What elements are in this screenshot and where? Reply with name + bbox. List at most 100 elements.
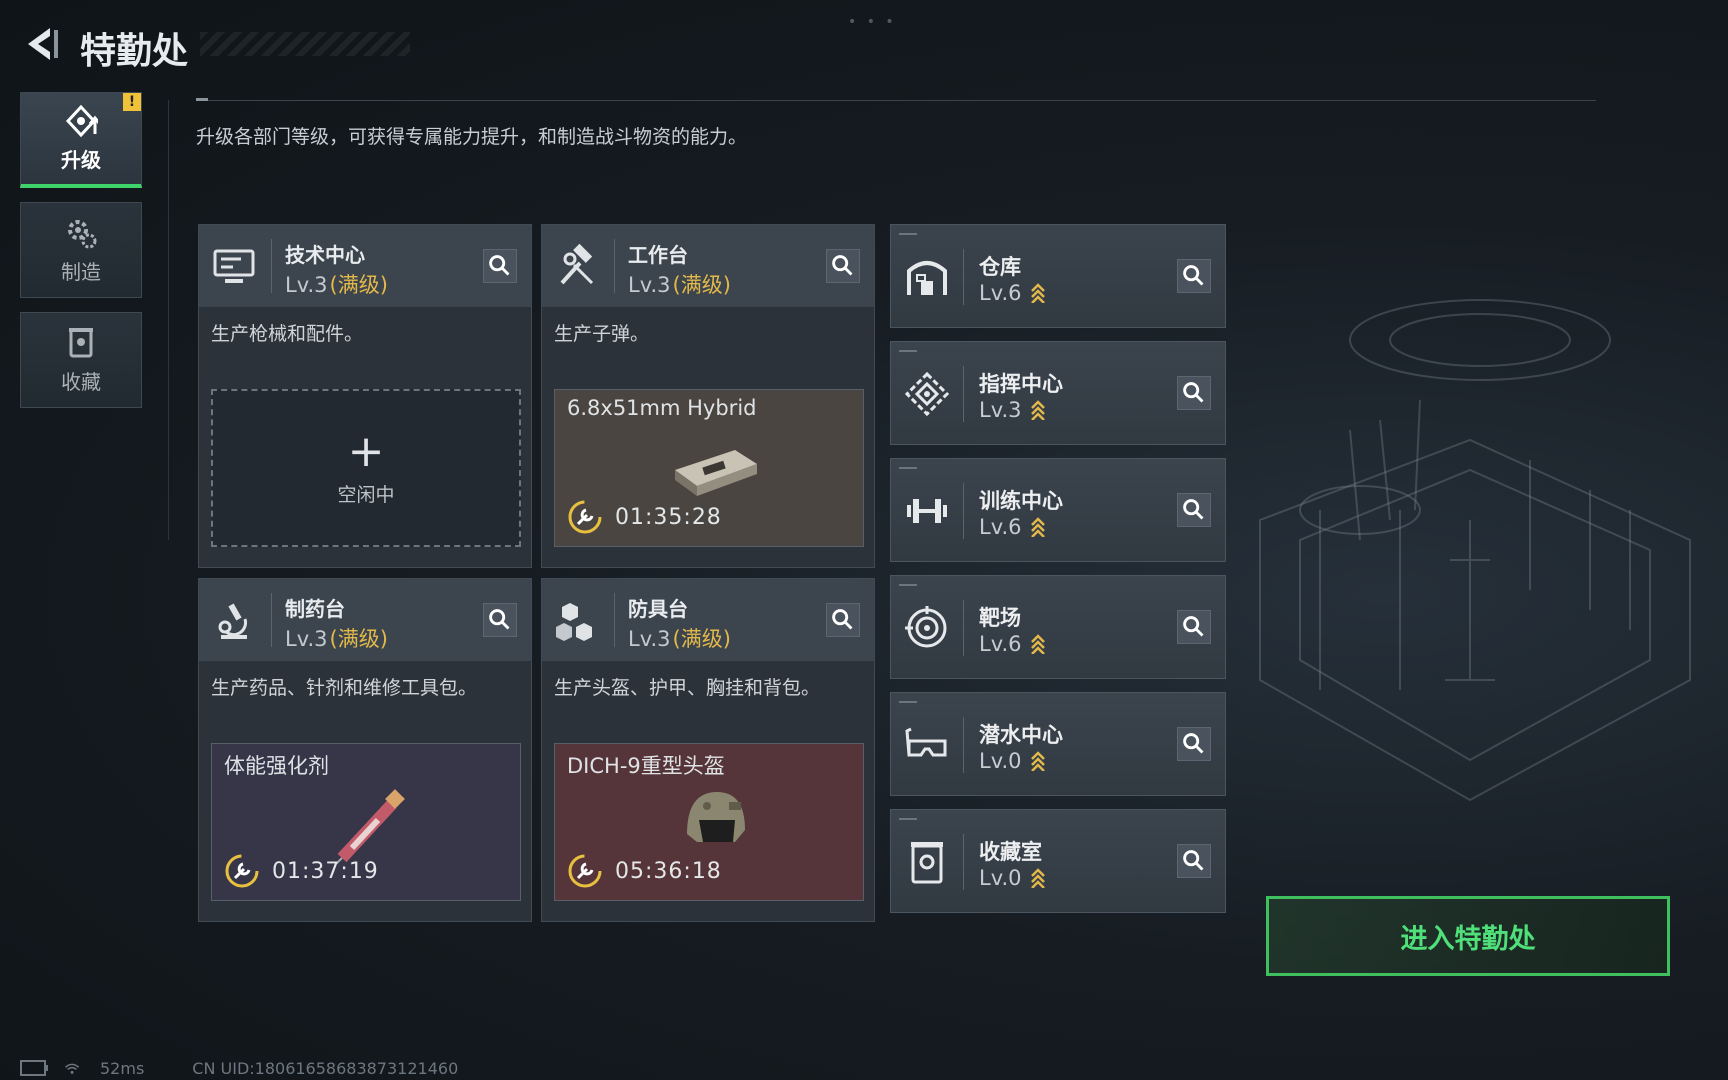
max-level-tag: (满级) (329, 627, 388, 651)
base-wireframe-illustration (1259, 299, 1691, 802)
workshop-name: 工作台 (628, 243, 688, 267)
diving-mask-icon (905, 727, 947, 757)
sidebar-item-label: 收藏 (61, 369, 101, 394)
production-slot[interactable]: 体能强化剂 01:37:19 (211, 743, 521, 901)
slot-item-name: DICH-9重型头盔 (567, 754, 725, 778)
upgrade-arrow-icon (1030, 751, 1045, 771)
dumbbell-icon (907, 499, 947, 523)
sidebar-item-upgrade[interactable]: ! 升级 (20, 92, 142, 188)
header-separator (614, 239, 615, 293)
workshop-card-pharmacy[interactable]: 制药台 Lv.3(满级) 生产药品、针剂和维修工具包。 体能强化剂 01:37:… (198, 578, 532, 922)
facility-level: Lv.0 (979, 866, 1046, 890)
empty-production-slot[interactable]: + 空闲中 (211, 389, 521, 547)
workshop-level: Lv.3(满级) (285, 627, 388, 651)
corner-mark (899, 584, 917, 586)
header-separator (963, 600, 964, 656)
search-icon[interactable] (826, 603, 860, 637)
workshop-card-workbench[interactable]: 工作台 Lv.3(满级) 生产子弹。 6.8x51mm Hybrid 01:35… (541, 224, 875, 568)
trophy-case-icon (69, 327, 93, 357)
facility-collection-room[interactable]: 收藏室 Lv.0 (890, 809, 1226, 913)
blocks-icon (556, 603, 592, 641)
search-icon[interactable] (483, 603, 517, 637)
header-separator (271, 593, 272, 647)
card-header: 工作台 Lv.3(满级) (542, 225, 874, 307)
top-bar: 特勤处 • • • (0, 0, 1728, 92)
workshop-card-armor[interactable]: 防具台 Lv.3(满级) 生产头盔、护甲、胸挂和背包。 DICH-9重型头盔 0… (541, 578, 875, 922)
corner-mark (899, 233, 917, 235)
monitor-icon (213, 249, 255, 283)
facility-level: Lv.6 (979, 515, 1046, 539)
production-slot[interactable]: 6.8x51mm Hybrid 01:35:28 (554, 389, 864, 547)
facility-warehouse[interactable]: 仓库 Lv.6 (890, 224, 1226, 328)
page-title: 特勤处 (80, 31, 189, 72)
search-icon[interactable] (1177, 376, 1211, 410)
facility-name: 指挥中心 (979, 372, 1063, 396)
workshop-description: 生产头盔、护甲、胸挂和背包。 (554, 677, 821, 699)
command-icon (904, 371, 950, 417)
facility-level: Lv.6 (979, 632, 1046, 656)
production-timer: 05:36:18 (567, 852, 722, 890)
facility-name: 收藏室 (979, 840, 1042, 864)
facility-diving-center[interactable]: 潜水中心 Lv.0 (890, 692, 1226, 796)
enter-special-ops-button[interactable]: 进入特勤处 (1266, 896, 1670, 976)
search-icon[interactable] (1177, 727, 1211, 761)
sidebar-item-label: 升级 (61, 148, 101, 172)
idle-label: 空闲中 (337, 483, 395, 506)
facility-name: 训练中心 (979, 489, 1063, 513)
warehouse-icon (907, 261, 947, 295)
workshop-level: Lv.3(满级) (628, 627, 731, 651)
wrench-timer-icon (568, 854, 602, 888)
facility-level: Lv.6 (979, 281, 1046, 305)
alert-badge: ! (123, 93, 141, 111)
battery-icon (20, 1060, 48, 1076)
search-icon[interactable] (1177, 259, 1211, 293)
search-icon[interactable] (826, 249, 860, 283)
upgrade-arrow-icon (1030, 868, 1045, 888)
top-handle-icon: • • • (848, 14, 897, 30)
facility-name: 潜水中心 (979, 723, 1063, 747)
header-separator (271, 239, 272, 293)
card-header: 制药台 Lv.3(满级) (199, 579, 531, 661)
timer-text: 01:37:19 (272, 858, 379, 884)
workshop-description: 生产枪械和配件。 (211, 323, 364, 345)
search-icon[interactable] (1177, 493, 1211, 527)
max-level-tag: (满级) (672, 273, 731, 297)
production-slot[interactable]: DICH-9重型头盔 05:36:18 (554, 743, 864, 901)
facility-shooting-range[interactable]: 靶场 Lv.6 (890, 575, 1226, 679)
corner-mark (899, 701, 917, 703)
facility-command-center[interactable]: 指挥中心 Lv.3 (890, 341, 1226, 445)
upgrade-icon (65, 104, 98, 138)
facility-name: 靶场 (979, 606, 1021, 630)
facility-training-center[interactable]: 训练中心 Lv.6 (890, 458, 1226, 562)
header-separator (963, 834, 964, 890)
header-separator (614, 593, 615, 647)
header-separator (963, 366, 964, 422)
hammer-wrench-icon (560, 243, 594, 285)
facility-name: 仓库 (979, 255, 1021, 279)
production-timer: 01:35:28 (567, 498, 722, 536)
status-bar: 52ms CN UID:18061658683873121460 (20, 1056, 458, 1080)
timer-text: 05:36:18 (615, 858, 722, 884)
workshop-name: 技术中心 (285, 243, 365, 267)
upgrade-arrow-icon (1030, 400, 1045, 420)
upgrade-arrow-icon (1030, 517, 1045, 537)
plus-icon: + (347, 425, 385, 477)
sidebar-item-collection[interactable]: 收藏 (20, 312, 142, 408)
production-timer: 01:37:19 (224, 852, 379, 890)
header-separator (963, 717, 964, 773)
workshop-level: Lv.3(满级) (628, 273, 731, 297)
workshop-level: Lv.3(满级) (285, 273, 388, 297)
workshop-description: 生产药品、针剂和维修工具包。 (211, 677, 478, 699)
search-icon[interactable] (483, 249, 517, 283)
search-icon[interactable] (1177, 844, 1211, 878)
back-arrow-icon[interactable] (20, 22, 64, 66)
uid-text: CN UID:18061658683873121460 (192, 1058, 459, 1078)
header-separator (963, 249, 964, 305)
upgrade-arrow-icon (1030, 634, 1045, 654)
workshop-name: 防具台 (628, 597, 688, 621)
search-icon[interactable] (1177, 610, 1211, 644)
wrench-timer-icon (568, 500, 602, 534)
sidebar-item-craft[interactable]: 制造 (20, 202, 142, 298)
facility-level: Lv.0 (979, 749, 1046, 773)
workshop-card-tech-center[interactable]: 技术中心 Lv.3(满级) 生产枪械和配件。 + 空闲中 (198, 224, 532, 568)
